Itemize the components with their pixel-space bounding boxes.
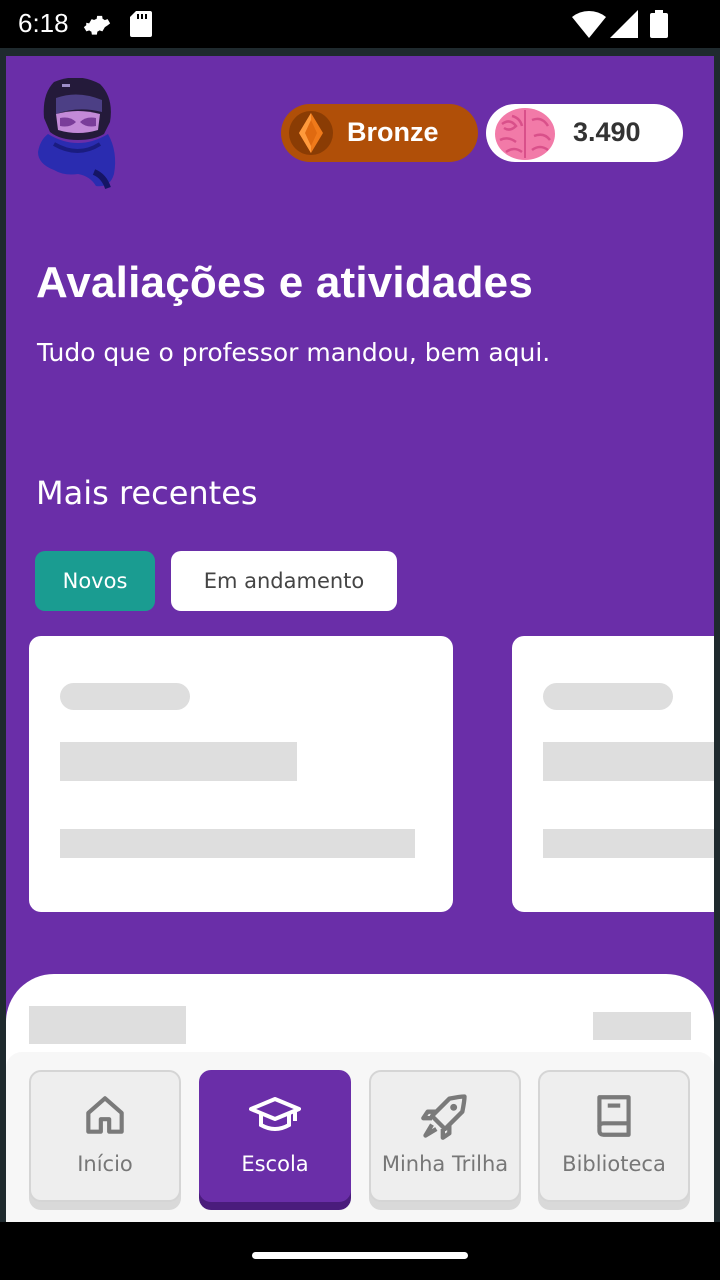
page-subtitle: Tudo que o professor mandou, bem aqui. — [37, 338, 551, 367]
nav-label: Escola — [241, 1152, 309, 1176]
skeleton-line — [543, 829, 714, 858]
skeleton-link — [593, 1012, 691, 1040]
system-nav-bar — [0, 1222, 720, 1280]
activity-card-placeholder[interactable] — [29, 636, 453, 912]
skeleton-tag — [543, 683, 673, 710]
home-icon — [86, 1096, 124, 1134]
status-bar: 6:18 — [0, 0, 720, 48]
skeleton-title — [60, 742, 297, 781]
app-screen: Bronze 3.490 Avaliações e atividades Tud… — [6, 56, 714, 1232]
sd-card-icon — [130, 11, 152, 37]
battery-icon — [650, 10, 668, 38]
bronze-gem-icon — [289, 111, 333, 155]
wifi-icon — [572, 11, 606, 38]
signal-icon — [610, 10, 638, 38]
filter-chip-em-andamento[interactable]: Em andamento — [171, 551, 397, 611]
skeleton-heading — [29, 1006, 186, 1044]
nav-item-minha-trilha[interactable]: Minha Trilha — [369, 1070, 521, 1210]
page-title: Avaliações e atividades — [36, 258, 534, 307]
settings-gear-icon — [83, 15, 111, 35]
nav-item-escola[interactable]: Escola — [199, 1070, 351, 1210]
home-gesture-bar[interactable] — [252, 1252, 468, 1259]
rocket-icon — [421, 1094, 467, 1140]
brain-icon — [495, 108, 555, 160]
user-avatar[interactable] — [34, 78, 122, 190]
nav-item-biblioteca[interactable]: Biblioteca — [538, 1070, 690, 1210]
book-icon — [597, 1095, 631, 1137]
league-label: Bronze — [347, 117, 439, 147]
skeleton-title — [543, 742, 714, 781]
nav-label: Minha Trilha — [381, 1152, 509, 1176]
nav-item-inicio[interactable]: Início — [29, 1070, 181, 1210]
nav-label: Início — [77, 1152, 133, 1176]
activity-card-placeholder[interactable] — [512, 636, 714, 912]
filter-chip-novos[interactable]: Novos — [35, 551, 155, 611]
skeleton-line — [60, 829, 415, 858]
nav-label: Biblioteca — [562, 1152, 666, 1176]
league-badge[interactable]: Bronze — [281, 104, 478, 162]
skeleton-tag — [60, 683, 190, 710]
graduation-cap-icon — [249, 1097, 301, 1131]
score-badge[interactable]: 3.490 — [486, 104, 683, 162]
status-time: 6:18 — [18, 8, 69, 38]
score-value: 3.490 — [573, 117, 641, 147]
section-title-recent: Mais recentes — [36, 474, 258, 512]
